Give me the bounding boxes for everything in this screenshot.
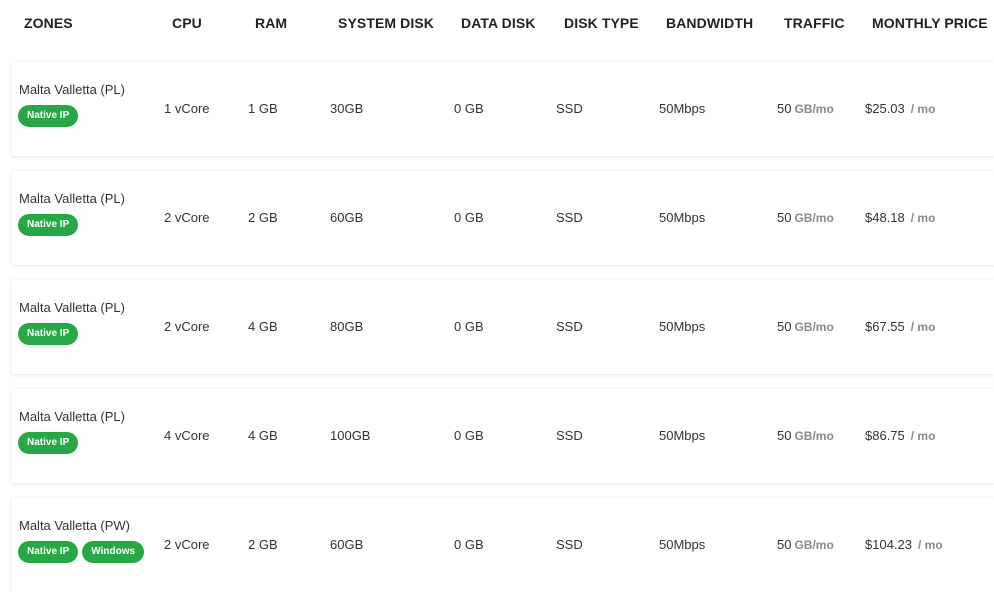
header-bandwidth: BANDWIDTH [666, 15, 754, 31]
data-disk-value: 0 GB [454, 537, 484, 552]
zone-name: Malta Valletta (PL) [19, 191, 125, 206]
table-row[interactable]: Malta Valletta (PW) Native IP Windows 2 … [12, 498, 994, 592]
price-unit: / mo [910, 102, 936, 116]
data-disk-value: 0 GB [454, 428, 484, 443]
header-ram: RAM [255, 15, 288, 31]
price-amount: $104.23 [865, 537, 912, 552]
badge-group: Native IP Windows [18, 541, 145, 563]
header-cpu: CPU [172, 15, 202, 31]
native-ip-badge: Native IP [18, 105, 79, 127]
bandwidth-value: 50Mbps [659, 101, 706, 116]
system-disk-value: 60GB [330, 210, 364, 225]
table-header: ZONES CPU RAM SYSTEM DISK DATA DISK DISK… [0, 0, 994, 48]
traffic-amount: 50 [777, 210, 792, 225]
data-disk-value: 0 GB [454, 101, 484, 116]
price-amount: $48.18 [865, 210, 905, 225]
bandwidth-value: 50Mbps [659, 428, 706, 443]
badge-group: Native IP [18, 323, 79, 345]
traffic-value: 50 GB/mo [777, 537, 834, 552]
bandwidth-value: 50Mbps [659, 319, 706, 334]
traffic-unit: GB/mo [794, 538, 834, 552]
system-disk-value: 80GB [330, 319, 364, 334]
disk-type-value: SSD [556, 537, 583, 552]
native-ip-badge: Native IP [18, 432, 79, 454]
price-amount: $25.03 [865, 101, 905, 116]
zone-name: Malta Valletta (PW) [19, 518, 131, 533]
zone-name: Malta Valletta (PL) [19, 82, 125, 97]
system-disk-value: 60GB [330, 537, 364, 552]
traffic-amount: 50 [777, 101, 792, 116]
ram-value: 1 GB [248, 101, 278, 116]
traffic-amount: 50 [777, 537, 792, 552]
price-unit: / mo [910, 211, 936, 225]
header-disk-type: DISK TYPE [564, 15, 639, 31]
disk-type-value: SSD [556, 210, 583, 225]
badge-group: Native IP [18, 214, 79, 236]
table-row[interactable]: Malta Valletta (PL) Native IP 2 vCore 2 … [12, 171, 994, 265]
badge-group: Native IP [18, 105, 79, 127]
ram-value: 4 GB [248, 319, 278, 334]
traffic-amount: 50 [777, 319, 792, 334]
bandwidth-value: 50Mbps [659, 537, 706, 552]
price-amount: $86.75 [865, 428, 905, 443]
data-disk-value: 0 GB [454, 319, 484, 334]
traffic-unit: GB/mo [794, 211, 834, 225]
traffic-value: 50 GB/mo [777, 210, 834, 225]
traffic-unit: GB/mo [794, 102, 834, 116]
cpu-value: 2 vCore [164, 210, 210, 225]
ram-value: 2 GB [248, 537, 278, 552]
disk-type-value: SSD [556, 101, 583, 116]
table-row[interactable]: Malta Valletta (PL) Native IP 4 vCore 4 … [12, 389, 994, 483]
header-monthly-price: MONTHLY PRICE [872, 15, 988, 31]
zone-name: Malta Valletta (PL) [19, 300, 125, 315]
disk-type-value: SSD [556, 319, 583, 334]
system-disk-value: 100GB [330, 428, 371, 443]
traffic-value: 50 GB/mo [777, 319, 834, 334]
table-row[interactable]: Malta Valletta (PL) Native IP 1 vCore 1 … [12, 62, 994, 156]
traffic-unit: GB/mo [794, 429, 834, 443]
disk-type-value: SSD [556, 428, 583, 443]
badge-group: Native IP [18, 432, 79, 454]
native-ip-badge: Native IP [18, 214, 79, 236]
monthly-price: $86.75 / mo [865, 428, 935, 443]
monthly-price: $104.23 / mo [865, 537, 943, 552]
monthly-price: $25.03 / mo [865, 101, 935, 116]
cpu-value: 1 vCore [164, 101, 210, 116]
monthly-price: $67.55 / mo [865, 319, 935, 334]
header-traffic: TRAFFIC [784, 15, 845, 31]
header-system-disk: SYSTEM DISK [338, 15, 435, 31]
ram-value: 2 GB [248, 210, 278, 225]
ram-value: 4 GB [248, 428, 278, 443]
price-unit: / mo [910, 320, 936, 334]
system-disk-value: 30GB [330, 101, 364, 116]
cpu-value: 2 vCore [164, 537, 210, 552]
price-amount: $67.55 [865, 319, 905, 334]
cpu-value: 2 vCore [164, 319, 210, 334]
traffic-unit: GB/mo [794, 320, 834, 334]
bandwidth-value: 50Mbps [659, 210, 706, 225]
windows-badge: Windows [82, 541, 145, 563]
traffic-value: 50 GB/mo [777, 101, 834, 116]
data-disk-value: 0 GB [454, 210, 484, 225]
price-unit: / mo [910, 429, 936, 443]
header-data-disk: DATA DISK [461, 15, 536, 31]
header-zones: ZONES [24, 15, 73, 31]
table-row[interactable]: Malta Valletta (PL) Native IP 2 vCore 4 … [12, 280, 994, 374]
traffic-amount: 50 [777, 428, 792, 443]
monthly-price: $48.18 / mo [865, 210, 935, 225]
price-unit: / mo [918, 538, 943, 552]
cpu-value: 4 vCore [164, 428, 210, 443]
native-ip-badge: Native IP [18, 541, 79, 563]
zone-name: Malta Valletta (PL) [19, 409, 125, 424]
traffic-value: 50 GB/mo [777, 428, 834, 443]
native-ip-badge: Native IP [18, 323, 79, 345]
